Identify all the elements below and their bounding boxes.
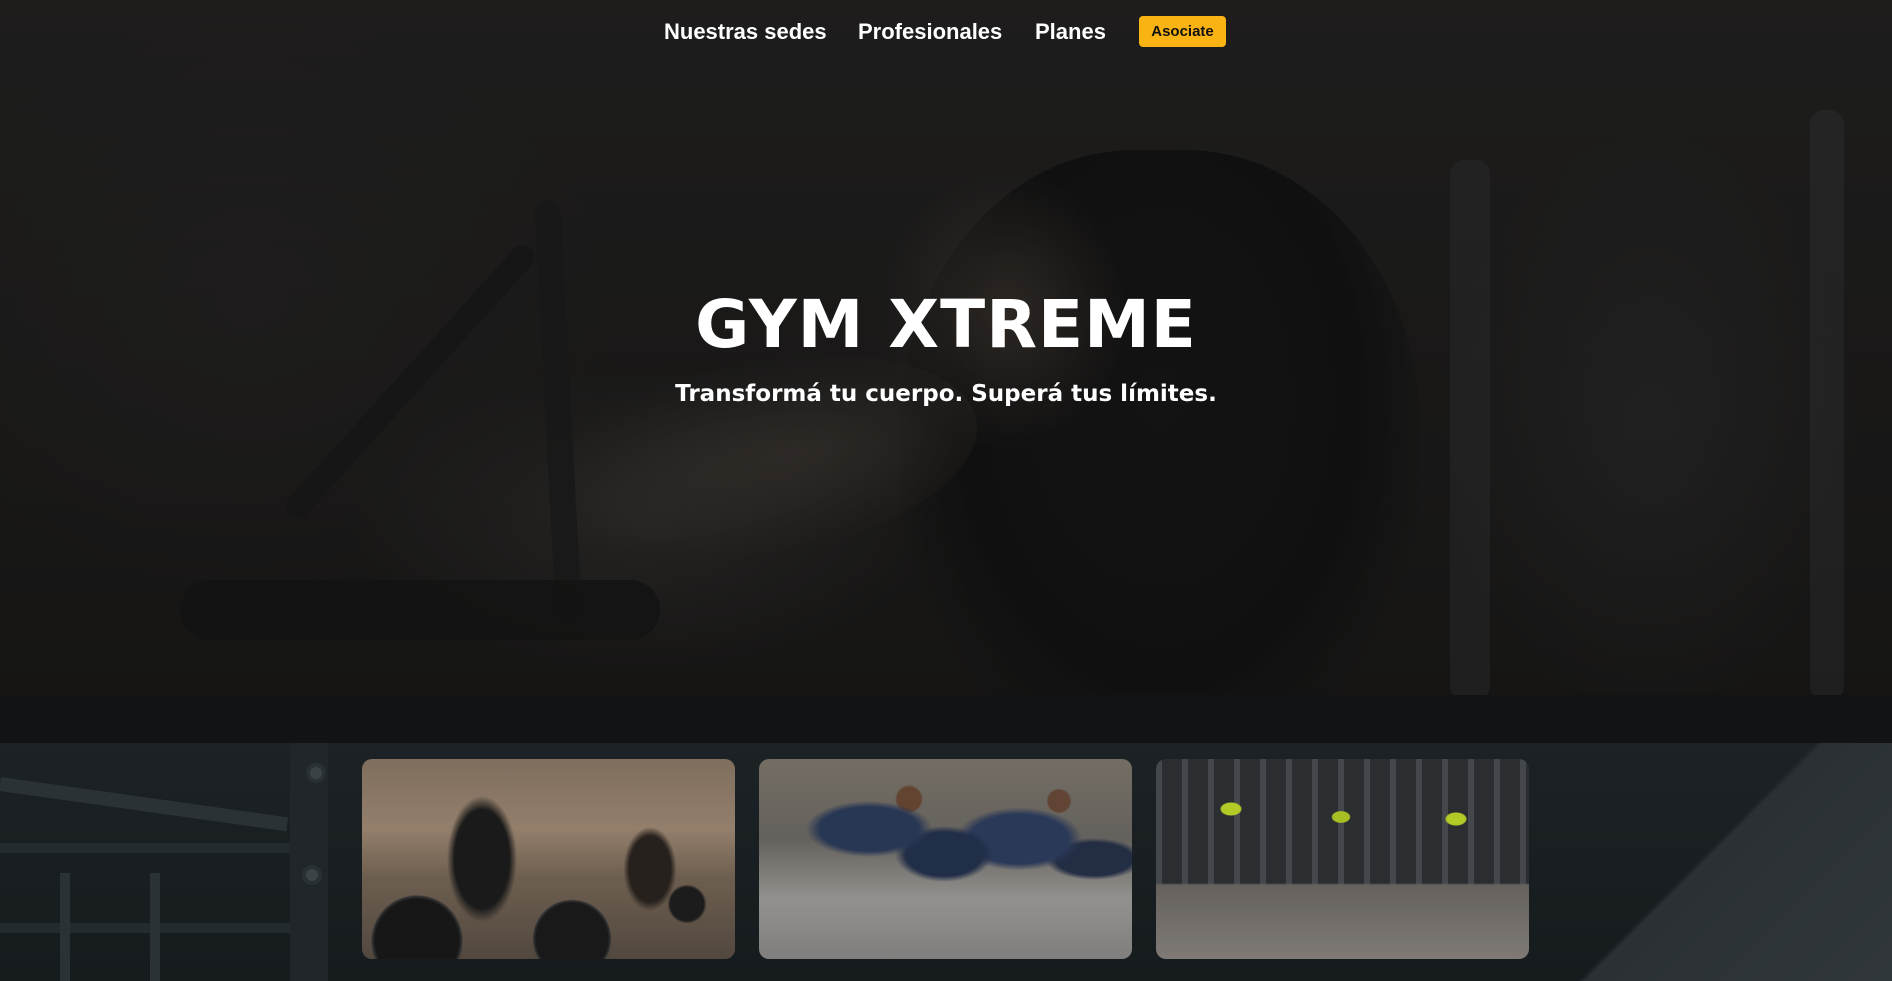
hero-title: GYM XTREME [695, 286, 1197, 363]
top-navigation: Nuestras sedes Profesionales Planes Asoc… [0, 0, 1892, 64]
gallery-background-beam [0, 843, 290, 853]
gallery-background-wedge [1560, 743, 1892, 981]
gallery-background-post [150, 873, 160, 981]
nav-link-profesionales[interactable]: Profesionales [858, 18, 1002, 46]
gallery-card-group-workout-photo[interactable] [759, 759, 1132, 959]
gallery-background-beam [0, 777, 289, 832]
gallery-card-gym-equipment-photo[interactable] [1156, 759, 1529, 959]
gallery-background-post [60, 873, 70, 981]
gallery-background-bolt [306, 763, 326, 783]
hero-subtitle: Transformá tu cuerpo. Superá tus límites… [675, 381, 1217, 407]
gallery-section [0, 743, 1892, 981]
nav-link-planes[interactable]: Planes [1035, 18, 1106, 46]
gallery-background-beam [0, 923, 290, 933]
hero-section: Nuestras sedes Profesionales Planes Asoc… [0, 0, 1892, 695]
gallery-background-bolt [302, 865, 322, 885]
gallery-card-deadlift-photo[interactable] [362, 759, 735, 959]
section-divider-band [0, 695, 1892, 743]
nav-link-nuestras-sedes[interactable]: Nuestras sedes [664, 18, 827, 46]
asociate-button[interactable]: Asociate [1139, 16, 1226, 47]
